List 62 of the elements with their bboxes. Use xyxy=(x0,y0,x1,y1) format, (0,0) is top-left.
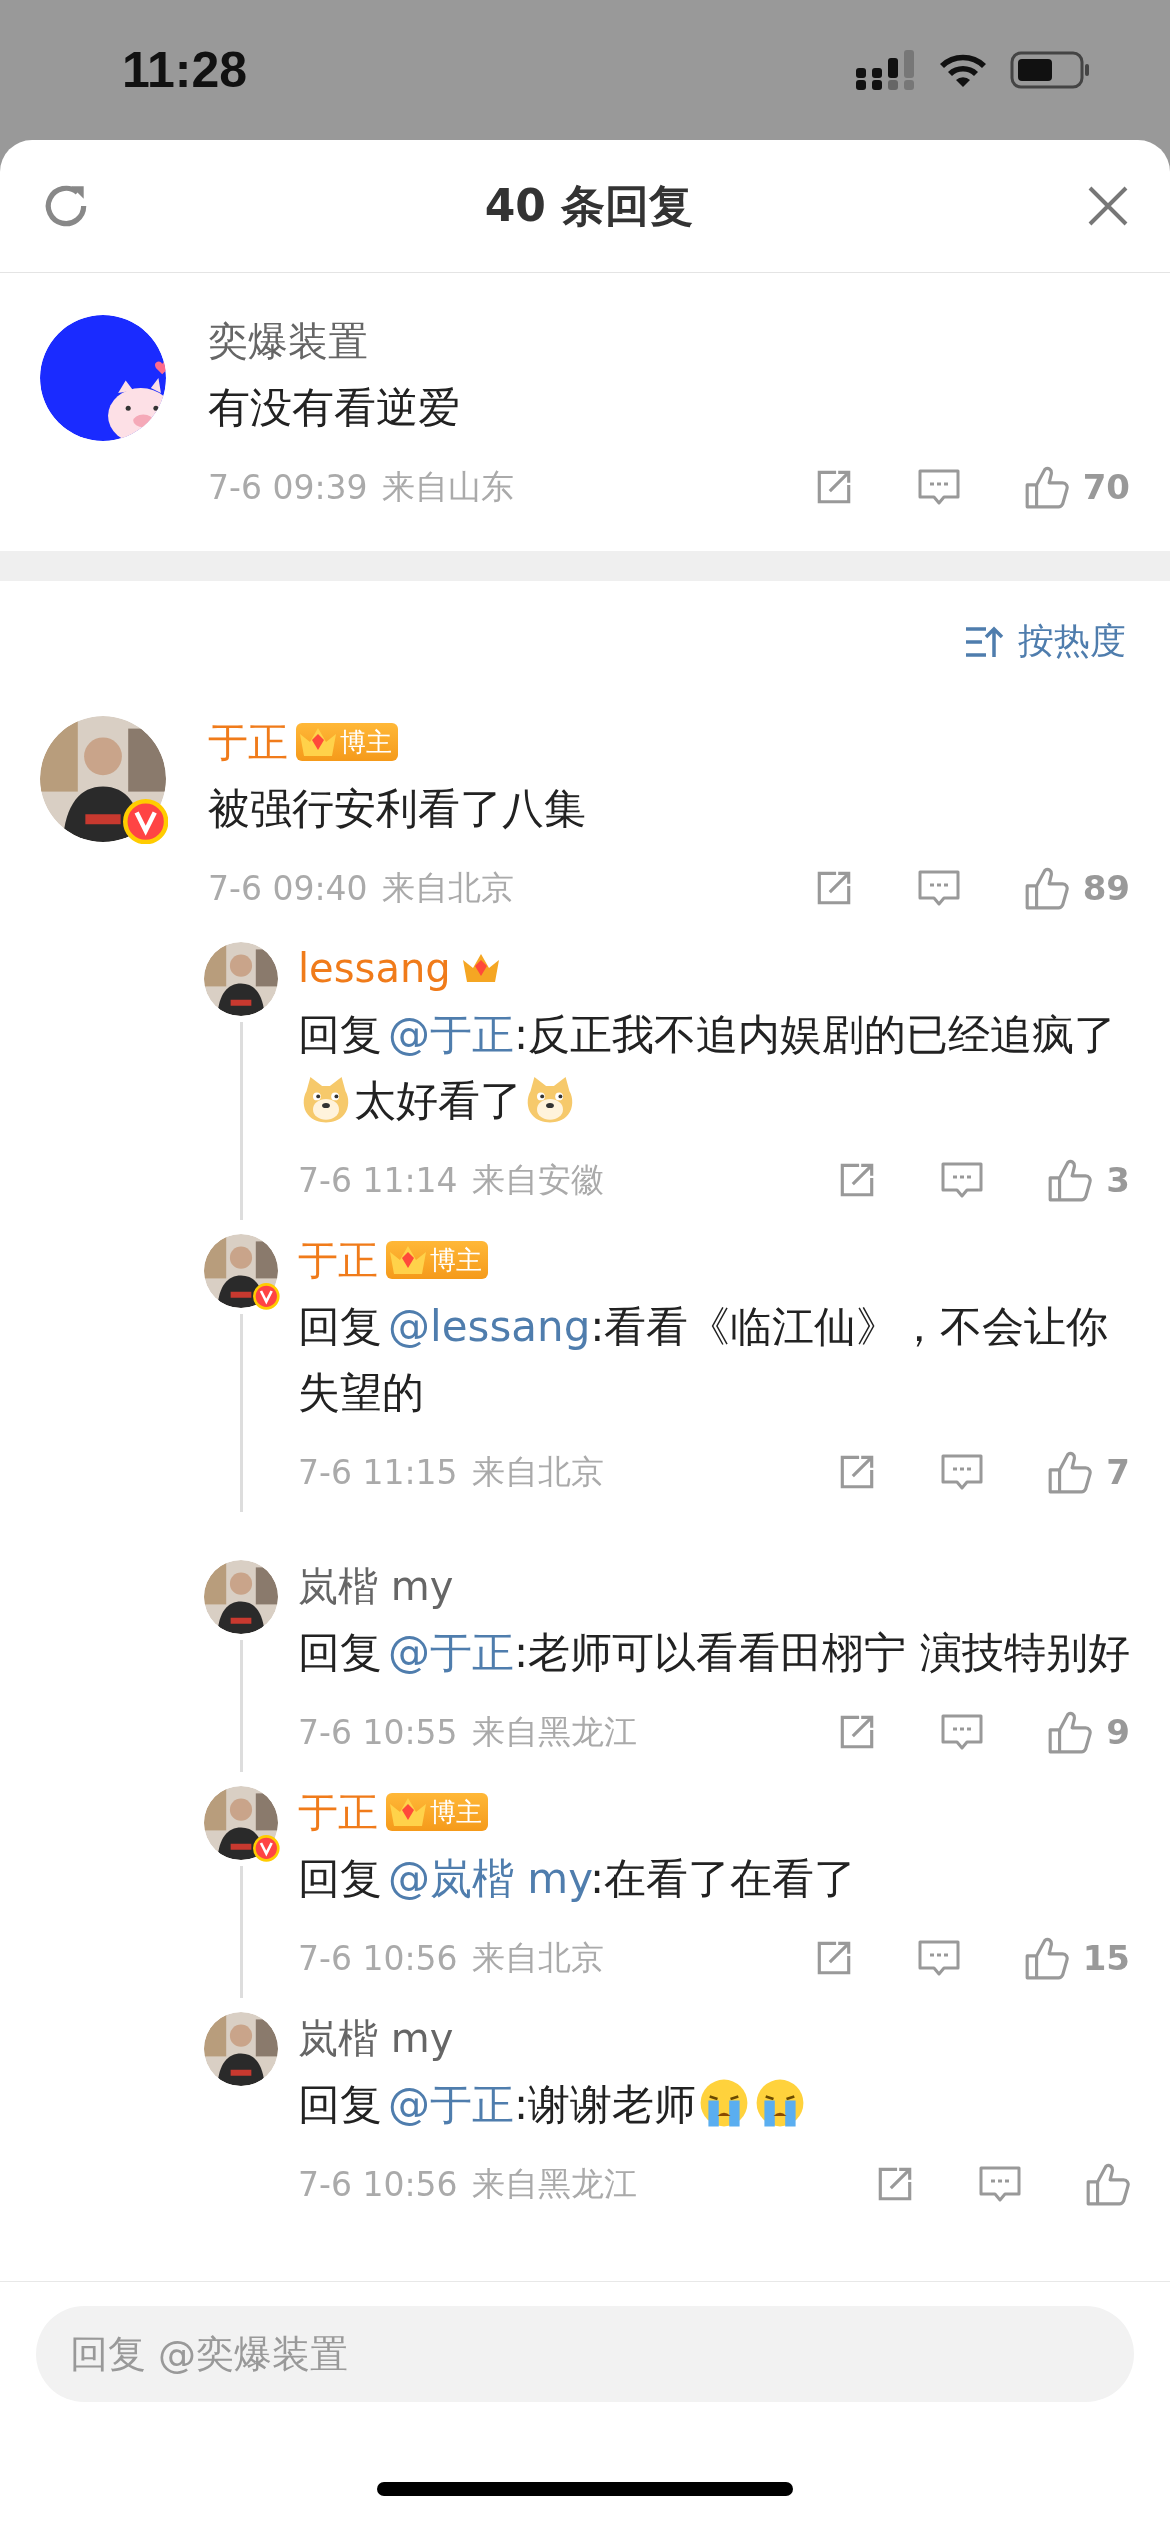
comment-icon[interactable] xyxy=(940,1452,985,1492)
comment-time: 7-6 09:40 xyxy=(208,868,368,908)
mention-link[interactable]: @于正 xyxy=(388,1628,514,1677)
mention-link[interactable]: @于正 xyxy=(388,2080,514,2129)
comment-text: 有没有看逆爱 xyxy=(208,382,461,434)
comment-text: 回复@于正:谢谢老师 xyxy=(298,2072,1130,2138)
comment-time: 7-6 10:56 xyxy=(298,2164,458,2204)
signal-icon xyxy=(856,50,916,90)
battery-icon xyxy=(1010,50,1090,90)
like-count: 9 xyxy=(1106,1712,1130,1752)
username[interactable]: 岚楷 my xyxy=(298,2010,454,2066)
comment-location: 来自北京 xyxy=(471,1936,604,1979)
sort-button[interactable]: 按热度 xyxy=(964,617,1126,666)
mention-link[interactable]: @于正 xyxy=(388,1010,514,1059)
comment-text: 被强行安利看了八集 xyxy=(208,783,587,835)
comment-text: 回复@于正:老师可以看看田栩宁 演技特别好 xyxy=(298,1627,1130,1679)
thumbs-up-icon[interactable] xyxy=(1046,1449,1093,1495)
comment-location: 来自黑龙江 xyxy=(471,2162,637,2205)
like-count: 70 xyxy=(1082,467,1130,507)
sort-icon xyxy=(964,624,1004,659)
comment-icon[interactable] xyxy=(916,868,961,908)
comment-time: 7-6 09:39 xyxy=(208,467,368,507)
thumbs-up-icon[interactable] xyxy=(1084,2161,1130,2207)
comment-text: 回复@于正:反正我不追内娱剧的已经追疯了 太好看了 xyxy=(298,1009,1118,1127)
reply-field[interactable]: 回复 @奕爆装置 xyxy=(36,2306,1134,2402)
username[interactable]: 于正 xyxy=(298,1232,378,1288)
comment-text: 回复@岚楷 my:在看了在看了 xyxy=(298,1853,858,1905)
username[interactable]: 奕爆装置 xyxy=(208,313,368,369)
comment-location: 来自山东 xyxy=(381,465,514,508)
username[interactable]: 于正 xyxy=(208,714,288,770)
comment-location: 来自北京 xyxy=(471,1450,604,1493)
comment-location: 来自安徽 xyxy=(471,1158,604,1201)
comment-location: 来自北京 xyxy=(381,866,514,909)
like-count: 15 xyxy=(1082,1938,1130,1978)
comment-time: 7-6 10:56 xyxy=(298,1938,458,1978)
username[interactable]: 于正 xyxy=(298,1784,378,1840)
comment-location: 来自黑龙江 xyxy=(471,1710,637,1753)
close-button[interactable] xyxy=(1086,184,1130,228)
comment-text: 回复@lessang:看看《临江仙》，不会让你失望的 xyxy=(298,1301,1110,1419)
comment-icon[interactable] xyxy=(940,1712,985,1752)
comment-icon[interactable] xyxy=(940,1160,985,1200)
pig-avatar[interactable] xyxy=(40,315,166,441)
comment-icon[interactable] xyxy=(916,1938,961,1978)
comment-time: 7-6 11:15 xyxy=(298,1452,458,1492)
comment-time: 7-6 11:14 xyxy=(298,1160,458,1200)
comment-icon[interactable] xyxy=(978,2164,1022,2204)
username[interactable]: 岚楷 my xyxy=(298,1558,454,1614)
blogger-badge: 博主 xyxy=(386,1793,488,1831)
blogger-badge: 博主 xyxy=(386,1241,488,1279)
blogger-badge: 博主 xyxy=(296,723,398,761)
status-time: 11:28 xyxy=(122,41,248,99)
mention-link[interactable]: @lessang xyxy=(388,1302,591,1351)
comment-time: 7-6 10:55 xyxy=(298,1712,458,1752)
like-count: 3 xyxy=(1106,1160,1130,1200)
thumbs-up-icon[interactable] xyxy=(1046,1157,1093,1203)
like-count: 89 xyxy=(1082,868,1130,908)
mention-link[interactable]: @岚楷 my xyxy=(388,1854,591,1903)
like-count: 7 xyxy=(1106,1452,1130,1492)
comment-icon[interactable] xyxy=(916,467,961,507)
thumbs-up-icon[interactable] xyxy=(1046,1709,1093,1755)
sheet-title: 40 条回复 xyxy=(484,178,694,233)
username[interactable]: lessang xyxy=(298,945,451,991)
